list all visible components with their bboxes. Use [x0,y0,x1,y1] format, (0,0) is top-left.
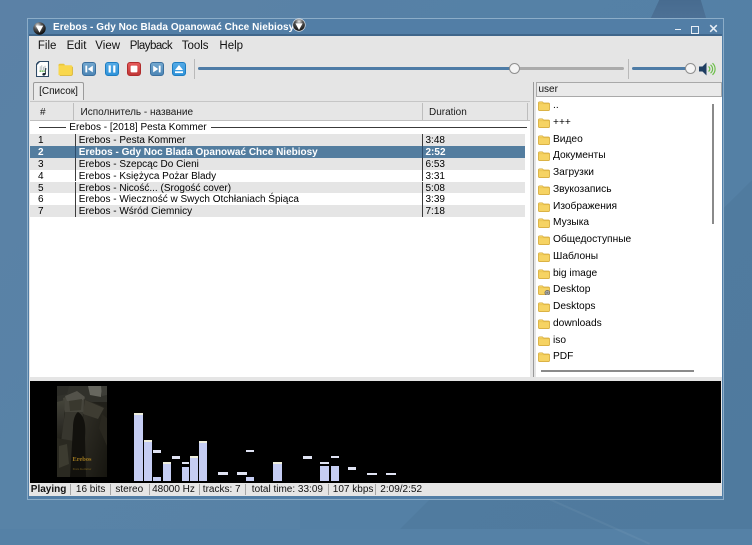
svg-text:Erebos: Erebos [72,456,92,463]
svg-text:Pesta Kommer: Pesta Kommer [73,467,93,471]
